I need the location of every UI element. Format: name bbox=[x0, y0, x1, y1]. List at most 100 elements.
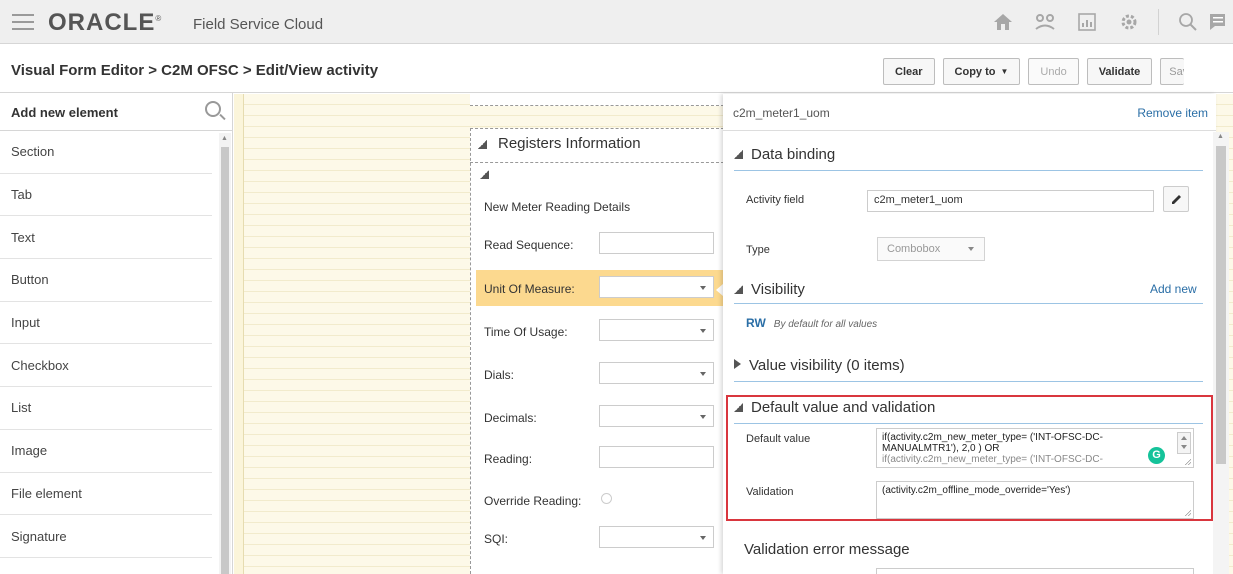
routing-icon[interactable] bbox=[1024, 0, 1066, 44]
default-value-validation-header[interactable]: Default value and validation bbox=[734, 399, 935, 416]
override-reading-radio[interactable] bbox=[601, 493, 612, 504]
palette-item-button[interactable]: Button bbox=[0, 259, 212, 302]
palette-item-tab[interactable]: Tab bbox=[0, 174, 212, 217]
form-field-unit-of-measure[interactable]: Unit Of Measure: bbox=[476, 270, 724, 306]
header-separator bbox=[1158, 9, 1159, 35]
validation-value: (activity.c2m_offline_mode_override='Yes… bbox=[882, 485, 1071, 496]
settings-icon[interactable] bbox=[1108, 0, 1150, 44]
form-field-reading[interactable]: Reading: bbox=[476, 440, 724, 476]
data-binding-header[interactable]: Data binding bbox=[734, 146, 835, 163]
decimals-dropdown[interactable] bbox=[599, 405, 714, 427]
chat-icon[interactable] bbox=[1209, 0, 1233, 44]
palette-item-file-element[interactable]: File element bbox=[0, 473, 212, 516]
palette-item-section[interactable]: Section bbox=[0, 131, 212, 174]
form-field-read-sequence[interactable]: Read Sequence: bbox=[476, 226, 724, 262]
collapse-triangle-icon bbox=[734, 285, 743, 294]
selection-pointer bbox=[716, 284, 723, 296]
read-sequence-input[interactable] bbox=[599, 232, 714, 254]
form-field-time-of-usage[interactable]: Time Of Usage: bbox=[476, 313, 724, 349]
validation-label: Validation bbox=[746, 486, 794, 498]
palette-item-signature[interactable]: Signature bbox=[0, 515, 212, 558]
form-field-decimals[interactable]: Decimals: bbox=[476, 399, 724, 435]
element-palette: Add new element Section Tab Text Button … bbox=[0, 93, 233, 574]
collapse-triangle-icon bbox=[734, 150, 743, 159]
value-visibility-header[interactable]: Value visibility (0 items) bbox=[734, 357, 905, 374]
section-divider bbox=[470, 162, 724, 163]
home-icon[interactable] bbox=[982, 0, 1024, 44]
dashboard-icon[interactable] bbox=[1066, 0, 1108, 44]
properties-scrollbar[interactable]: ▲ bbox=[1213, 132, 1229, 574]
section-rule bbox=[734, 303, 1203, 304]
sqi-dropdown[interactable] bbox=[599, 526, 714, 548]
collapse-triangle-icon bbox=[734, 403, 743, 412]
dials-dropdown[interactable] bbox=[599, 362, 714, 384]
top-header: ORACLE® Field Service Cloud bbox=[0, 0, 1233, 44]
unit-of-measure-dropdown[interactable] bbox=[599, 276, 714, 298]
subsection-header: New Meter Reading Details bbox=[476, 188, 724, 224]
toolbar-buttons: Clear Copy to ▼ Undo Validate Sav bbox=[883, 58, 1192, 85]
field-label: SQI: bbox=[484, 532, 509, 546]
search-icon[interactable] bbox=[205, 101, 221, 117]
field-label: Time Of Usage: bbox=[484, 325, 568, 339]
resize-handle-icon[interactable] bbox=[1184, 509, 1191, 516]
search-icon[interactable] bbox=[1167, 0, 1209, 44]
reading-input[interactable] bbox=[599, 446, 714, 468]
product-name: Field Service Cloud bbox=[193, 16, 324, 33]
palette-item-input[interactable]: Input bbox=[0, 302, 212, 345]
section-title: Registers Information bbox=[498, 135, 641, 152]
palette-item-list[interactable]: List bbox=[0, 387, 212, 430]
validation-textarea[interactable]: (activity.c2m_offline_mode_override='Yes… bbox=[876, 481, 1194, 519]
validate-button[interactable]: Validate bbox=[1086, 58, 1153, 85]
collapse-triangle-icon[interactable] bbox=[480, 170, 489, 179]
textarea-spinner[interactable] bbox=[1177, 432, 1191, 454]
field-label: Decimals: bbox=[484, 411, 537, 425]
palette-item-checkbox[interactable]: Checkbox bbox=[0, 344, 212, 388]
section-rule bbox=[734, 381, 1203, 382]
field-label: Read Sequence: bbox=[484, 238, 574, 252]
section-rule bbox=[734, 423, 1203, 424]
undo-button[interactable]: Undo bbox=[1028, 58, 1079, 85]
visibility-rule[interactable]: RW By default for all values bbox=[746, 316, 877, 330]
field-label: Unit Of Measure: bbox=[484, 282, 575, 296]
resize-handle-icon[interactable] bbox=[1184, 458, 1191, 465]
rw-note: By default for all values bbox=[773, 319, 878, 330]
add-new-link[interactable]: Add new bbox=[1150, 282, 1197, 296]
field-label: Reading: bbox=[484, 452, 533, 466]
hamburger-menu-icon[interactable] bbox=[12, 14, 34, 30]
save-button[interactable]: Sav bbox=[1160, 58, 1185, 85]
chevron-down-icon: ▼ bbox=[1000, 67, 1009, 76]
palette-item-image[interactable]: Image bbox=[0, 430, 212, 473]
default-value-label: Default value bbox=[746, 433, 811, 445]
palette-item-text[interactable]: Text bbox=[0, 216, 212, 260]
validation-error-input[interactable] bbox=[876, 568, 1194, 574]
canvas-ruler bbox=[234, 94, 244, 574]
clear-button[interactable]: Clear bbox=[883, 58, 935, 85]
palette-header: Add new element bbox=[0, 93, 232, 131]
type-label: Type bbox=[746, 244, 770, 256]
copy-to-button[interactable]: Copy to ▼ bbox=[942, 58, 1021, 85]
edit-pencil-icon[interactable] bbox=[1163, 186, 1189, 212]
activity-field-input[interactable]: c2m_meter1_uom bbox=[867, 190, 1154, 212]
palette-title: Add new element bbox=[11, 105, 118, 120]
properties-header: c2m_meter1_uom Remove item bbox=[723, 94, 1216, 131]
type-combobox[interactable]: Combobox bbox=[877, 237, 985, 261]
grammarly-icon[interactable]: G bbox=[1148, 447, 1165, 464]
activity-field-label: Activity field bbox=[746, 194, 805, 206]
section-rule bbox=[734, 170, 1203, 171]
palette-scrollbar[interactable]: ▲ bbox=[219, 133, 231, 574]
rw-badge: RW bbox=[746, 316, 766, 330]
default-value-line: if(activity.c2m_new_meter_type= ('INT-OF… bbox=[882, 432, 1103, 443]
collapse-triangle-icon[interactable] bbox=[478, 140, 487, 149]
default-value-textarea[interactable]: if(activity.c2m_new_meter_type= ('INT-OF… bbox=[876, 428, 1194, 468]
visibility-header[interactable]: Visibility bbox=[734, 281, 805, 298]
time-of-usage-dropdown[interactable] bbox=[599, 319, 714, 341]
default-value-line: MANUALMTR1'), 2,0 ) OR bbox=[882, 443, 1000, 454]
copy-to-label: Copy to bbox=[954, 65, 996, 78]
header-icons bbox=[982, 0, 1233, 44]
remove-item-link[interactable]: Remove item bbox=[1137, 106, 1208, 120]
breadcrumb: Visual Form Editor > C2M OFSC > Edit/Vie… bbox=[11, 62, 379, 79]
form-field-override-reading[interactable]: Override Reading: bbox=[476, 482, 724, 518]
form-field-dials[interactable]: Dials: bbox=[476, 356, 724, 392]
item-name: c2m_meter1_uom bbox=[733, 106, 830, 120]
form-field-sqi[interactable]: SQI: bbox=[476, 520, 724, 556]
